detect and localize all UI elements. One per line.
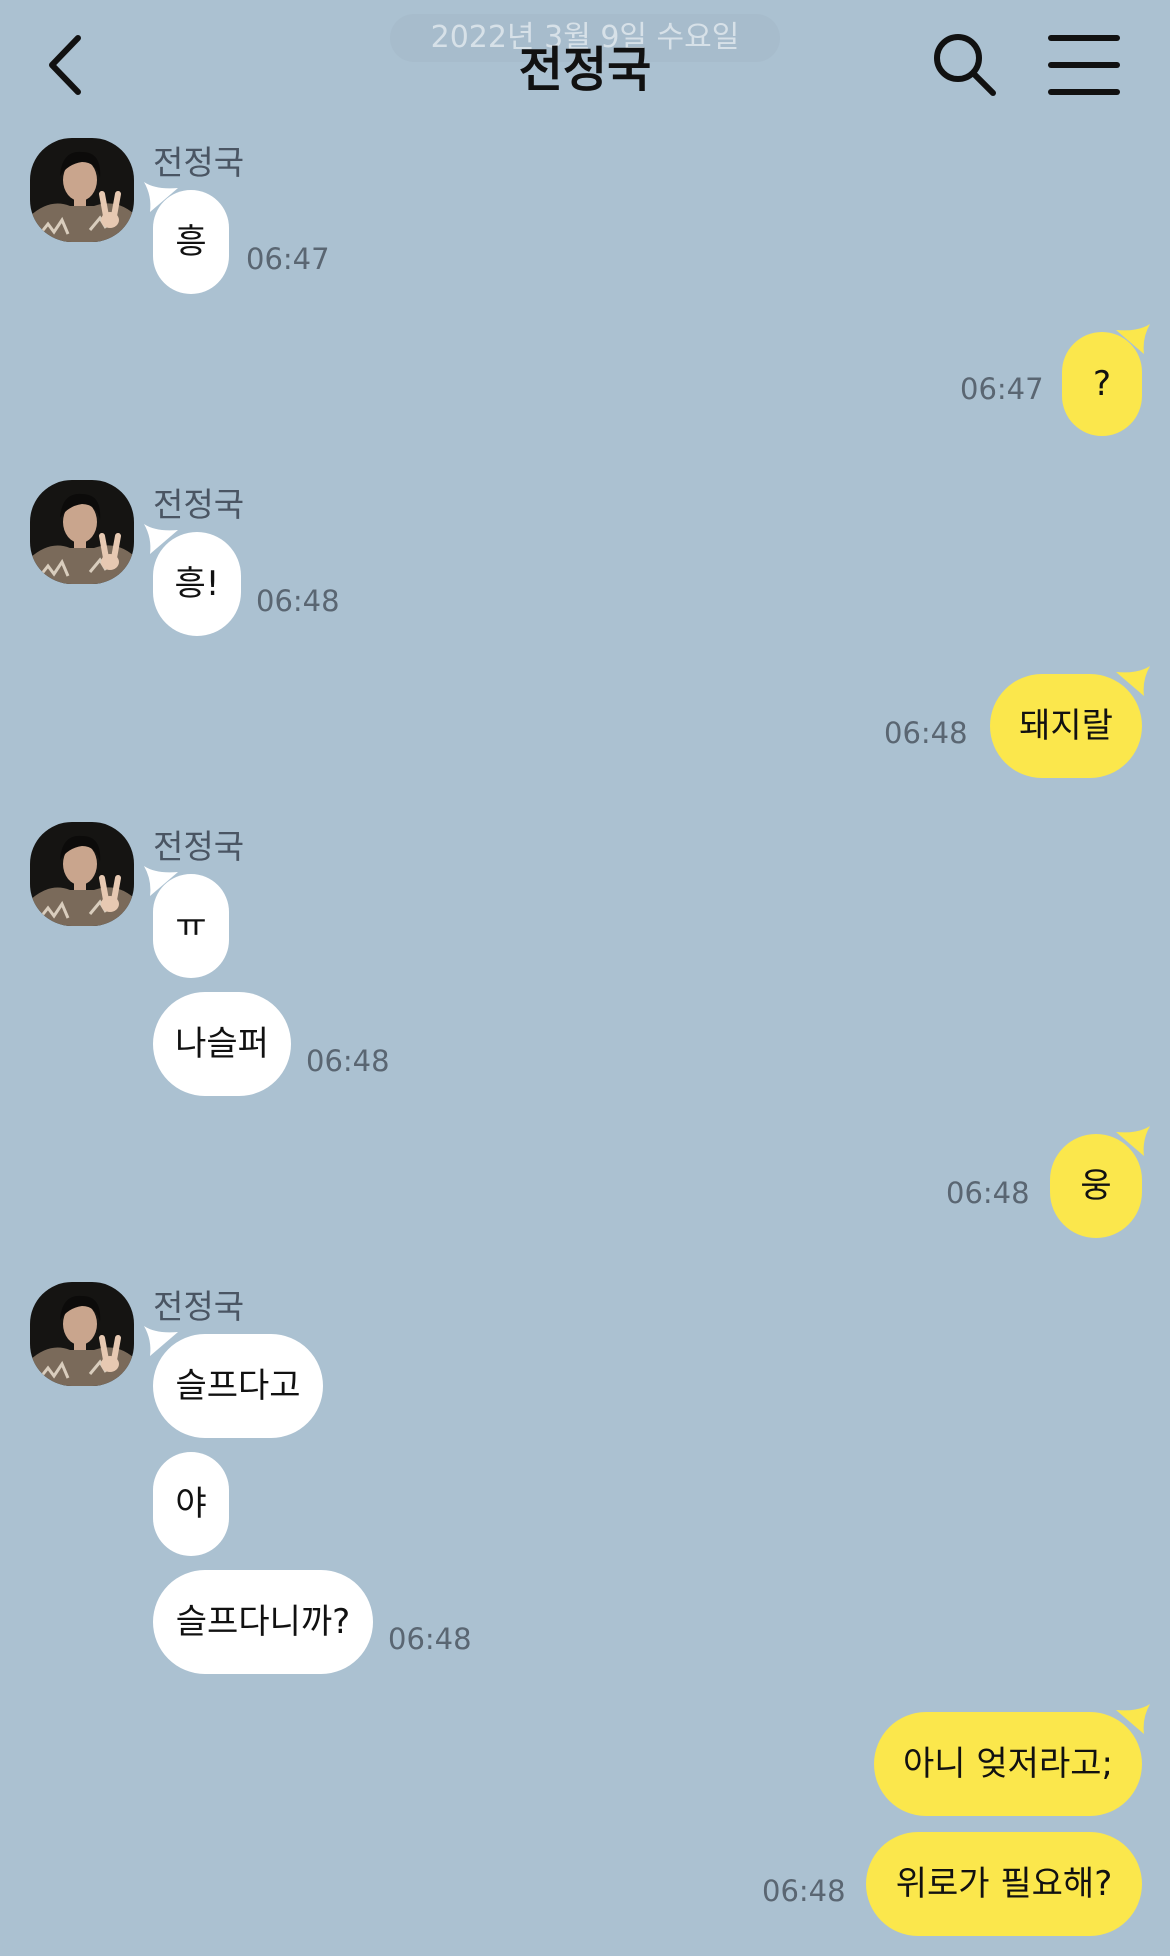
incoming-message[interactable]: 슬프다니까? <box>153 1570 373 1674</box>
message-timestamp: 06:48 <box>946 1176 1030 1210</box>
outgoing-message[interactable]: 위로가 필요해? <box>866 1832 1142 1936</box>
avatar[interactable] <box>30 822 134 926</box>
avatar[interactable] <box>30 138 134 242</box>
sender-name: 전정국 <box>153 827 245 866</box>
chat-header: 2022년 3월 9일 수요일 전정국 <box>0 0 1170 130</box>
bubble-tail <box>1116 666 1150 696</box>
outgoing-message[interactable]: 아니 엊저라고; <box>874 1712 1142 1816</box>
bubble-tail <box>1116 1704 1150 1734</box>
message-timestamp: 06:48 <box>762 1874 846 1908</box>
sender-name: 전정국 <box>153 485 245 524</box>
hamburger-menu-icon[interactable] <box>1048 32 1120 98</box>
avatar[interactable] <box>30 1282 134 1386</box>
search-icon[interactable] <box>930 30 1000 100</box>
avatar[interactable] <box>30 480 134 584</box>
message-timestamp: 06:48 <box>256 584 340 618</box>
message-timestamp: 06:47 <box>960 372 1044 406</box>
bubble-tail <box>1116 1126 1150 1156</box>
incoming-message[interactable]: 나슬퍼 <box>153 992 291 1096</box>
bubble-tail <box>144 524 178 554</box>
bubble-tail <box>144 866 178 896</box>
message-timestamp: 06:48 <box>306 1044 390 1078</box>
bubble-tail <box>144 1326 178 1356</box>
sender-name: 전정국 <box>153 1287 245 1326</box>
message-timestamp: 06:48 <box>388 1622 472 1656</box>
message-timestamp: 06:47 <box>246 242 330 276</box>
sender-name: 전정국 <box>153 143 245 182</box>
message-timestamp: 06:48 <box>884 716 968 750</box>
incoming-message[interactable]: 야 <box>153 1452 229 1556</box>
chevron-left-icon[interactable] <box>40 30 90 100</box>
incoming-message[interactable]: 슬프다고 <box>153 1334 323 1438</box>
bubble-tail <box>144 182 178 212</box>
bubble-tail <box>1116 324 1150 354</box>
